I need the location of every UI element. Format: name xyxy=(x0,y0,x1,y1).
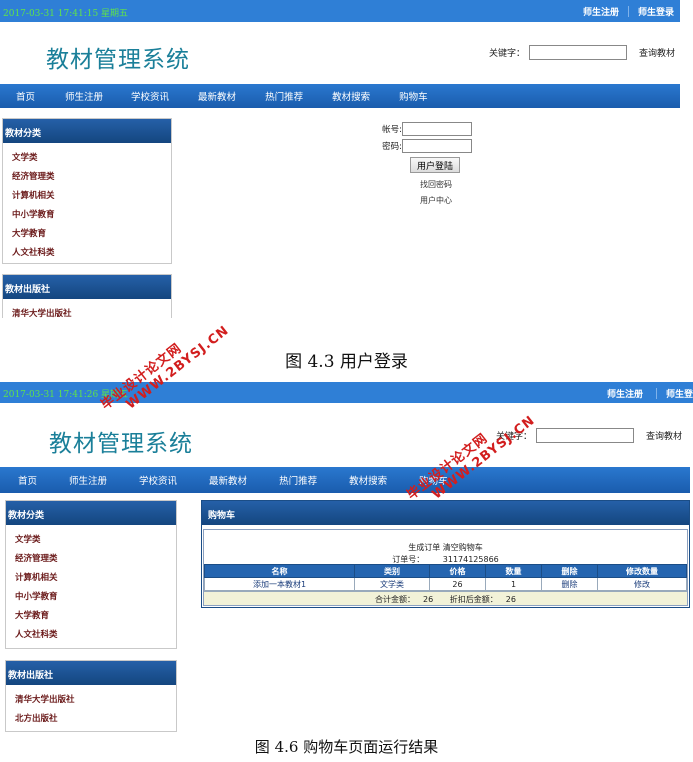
search-button[interactable]: 查询教材 xyxy=(646,429,682,442)
publisher-panel: 教材出版社 清华大学出版社 xyxy=(2,274,172,318)
category-item[interactable]: 文学类 xyxy=(3,146,171,165)
item-price: 26 xyxy=(429,577,486,591)
category-panel: 教材分类 文学类 经济管理类 计算机相关 中小学教育 大学教育 人文社科类 xyxy=(5,500,177,649)
account-input[interactable] xyxy=(402,121,472,136)
cart-table: 名称 类别 价格 数量 删除 修改数量 添加一本教材1 文学类 26 1 删除 xyxy=(204,564,687,591)
search-bar: 关键字： 查询教材 xyxy=(489,45,675,60)
category-item[interactable]: 计算机相关 xyxy=(6,566,176,585)
publisher-panel-title: 教材出版社 xyxy=(3,275,171,299)
register-link[interactable]: 师生注册 xyxy=(577,5,625,18)
column-header: 删除 xyxy=(541,564,598,578)
category-item[interactable]: 经济管理类 xyxy=(3,165,171,184)
login-button[interactable]: 用户登陆 xyxy=(410,157,460,173)
category-panel-title: 教材分类 xyxy=(3,119,171,143)
category-item[interactable]: 中小学教育 xyxy=(3,203,171,222)
category-item[interactable]: 经济管理类 xyxy=(6,547,176,566)
password-label: 密码: xyxy=(382,141,402,152)
nav-new-books[interactable]: 最新教材 xyxy=(209,473,247,487)
item-quantity: 1 xyxy=(485,577,542,591)
cart-actions: 生成订单 清空购物车 xyxy=(204,530,687,554)
find-password-link[interactable]: 找回密码 xyxy=(420,179,490,193)
nav-search[interactable]: 教材搜索 xyxy=(332,89,370,103)
nav-home[interactable]: 首页 xyxy=(16,89,35,103)
publisher-panel: 教材出版社 清华大学出版社 北方出版社 xyxy=(5,660,177,732)
order-number-line: 订单号： 31174125866 xyxy=(204,554,687,564)
total-label: 合计金额： xyxy=(375,595,416,604)
cart-title: 购物车 xyxy=(202,501,689,525)
category-item[interactable]: 人文社科类 xyxy=(3,241,171,260)
publisher-panel-title: 教材出版社 xyxy=(6,661,176,685)
site-title: 教材管理系统 xyxy=(49,431,193,457)
category-item[interactable]: 人文社科类 xyxy=(6,623,176,642)
datetime: 2017-03-31 17:41:15 星期五 xyxy=(3,9,129,19)
top-links: 师生注册 师生登 xyxy=(601,387,693,400)
clear-cart-link[interactable]: 清空购物车 xyxy=(443,543,483,552)
site-title: 教材管理系统 xyxy=(46,47,190,73)
publisher-item[interactable]: 北方出版社 xyxy=(6,707,176,726)
nav-new-books[interactable]: 最新教材 xyxy=(198,89,236,103)
modify-quantity-link[interactable]: 修改 xyxy=(634,580,650,589)
discount-amount: 26 xyxy=(505,595,516,604)
nav-hot[interactable]: 热门推荐 xyxy=(279,473,317,487)
figure-caption-login: 图 4.3 用户登录 xyxy=(285,352,408,372)
column-header: 名称 xyxy=(204,564,355,578)
order-label: 订单号： xyxy=(392,555,425,564)
top-links: 师生注册 师生登录 xyxy=(577,5,680,18)
user-center-link[interactable]: 用户中心 xyxy=(420,195,490,209)
search-button[interactable]: 查询教材 xyxy=(639,46,675,59)
nav-register[interactable]: 师生注册 xyxy=(69,473,107,487)
login-screenshot: 2017-03-31 17:41:15 星期五 师生注册 师生登录 教材管理系统… xyxy=(0,0,693,318)
search-label: 关键字： xyxy=(489,49,526,59)
category-item[interactable]: 计算机相关 xyxy=(3,184,171,203)
account-label: 帐号: xyxy=(382,124,402,135)
column-header: 修改数量 xyxy=(597,564,687,578)
cart-total: 合计金额： 26 折扣后金额： 26 xyxy=(204,591,687,605)
nav-news[interactable]: 学校资讯 xyxy=(139,473,177,487)
order-number: 31174125866 xyxy=(442,555,499,564)
item-category-link[interactable]: 文学类 xyxy=(380,580,404,589)
delete-link[interactable]: 删除 xyxy=(562,580,578,589)
table-row: 添加一本教材1 文学类 26 1 删除 修改 xyxy=(204,577,687,591)
login-form: 帐号: 密码: 用户登陆 找回密码 用户中心 xyxy=(380,120,490,209)
column-header: 价格 xyxy=(429,564,486,578)
divider xyxy=(627,6,629,17)
category-item[interactable]: 大学教育 xyxy=(3,222,171,241)
cart-panel: 购物车 生成订单 清空购物车 订单号： 31174125866 名称 类别 价格… xyxy=(201,500,690,608)
nav-register[interactable]: 师生注册 xyxy=(65,89,103,103)
discount-label: 折扣后金额： xyxy=(449,595,498,604)
category-panel: 教材分类 文学类 经济管理类 计算机相关 中小学教育 大学教育 人文社科类 xyxy=(2,118,172,264)
category-panel-title: 教材分类 xyxy=(6,501,176,525)
main-nav: 首页 师生注册 学校资讯 最新教材 热门推荐 教材搜索 购物车 xyxy=(0,84,680,108)
figure-caption-cart: 图 4.6 购物车页面运行结果 xyxy=(254,738,439,756)
login-link[interactable]: 师生登 xyxy=(660,387,693,400)
category-item[interactable]: 中小学教育 xyxy=(6,585,176,604)
nav-search[interactable]: 教材搜索 xyxy=(349,473,387,487)
category-item[interactable]: 大学教育 xyxy=(6,604,176,623)
nav-cart[interactable]: 购物车 xyxy=(399,89,428,103)
nav-hot[interactable]: 热门推荐 xyxy=(265,89,303,103)
main-nav: 首页 师生注册 学校资讯 最新教材 热门推荐 教材搜索 购物车 xyxy=(0,467,690,493)
generate-order-link[interactable]: 生成订单 xyxy=(408,543,440,552)
login-link[interactable]: 师生登录 xyxy=(632,5,680,18)
item-name-link[interactable]: 添加一本教材1 xyxy=(253,580,306,589)
password-input[interactable] xyxy=(402,138,472,153)
register-link[interactable]: 师生注册 xyxy=(601,387,653,400)
category-item[interactable]: 文学类 xyxy=(6,528,176,547)
nav-home[interactable]: 首页 xyxy=(18,473,37,487)
divider xyxy=(655,388,657,399)
column-header: 类别 xyxy=(354,564,430,578)
search-input[interactable] xyxy=(529,45,628,60)
search-input[interactable] xyxy=(536,428,635,443)
total-amount: 26 xyxy=(423,595,434,604)
publisher-item[interactable]: 清华大学出版社 xyxy=(3,302,171,318)
publisher-item[interactable]: 清华大学出版社 xyxy=(6,688,176,707)
column-header: 数量 xyxy=(485,564,542,578)
cart-screenshot: 2017-03-31 17:41:26 星期五 师生注册 师生登 教材管理系统 … xyxy=(0,382,693,732)
top-bar: 2017-03-31 17:41:15 星期五 师生注册 师生登录 xyxy=(0,0,680,22)
nav-news[interactable]: 学校资讯 xyxy=(131,89,169,103)
